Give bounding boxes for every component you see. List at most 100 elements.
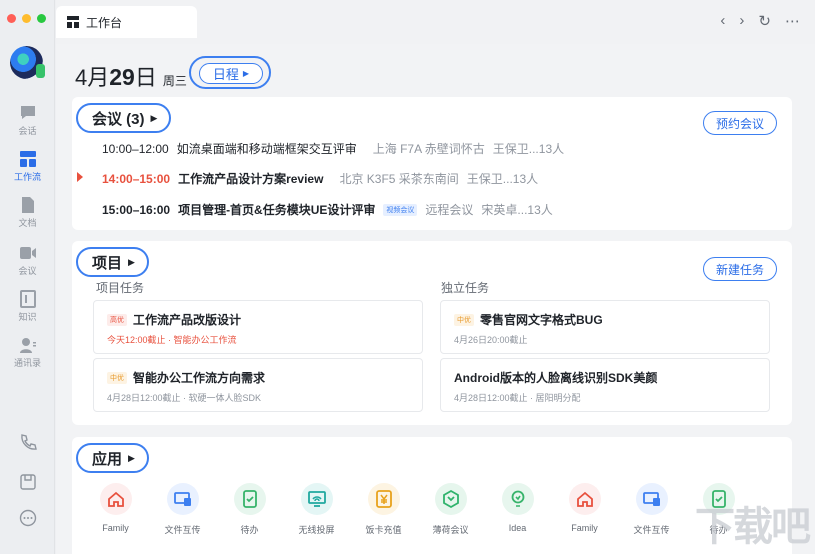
task-meta: 4月28日12:00截止 · 软硬一体人脸SDK bbox=[107, 393, 262, 403]
app-tile[interactable]: Family bbox=[92, 483, 139, 536]
more-options-icon[interactable]: ⋯ bbox=[785, 12, 800, 30]
meeting-row[interactable]: 14:00–15:00 工作流产品设计方案review 北京 K3F5 采茶东南… bbox=[102, 170, 538, 187]
app-label: 饭卡充值 bbox=[365, 525, 402, 535]
sidebar-item-knowledge[interactable]: 知识 bbox=[0, 290, 55, 323]
caret-right-icon: ▶ bbox=[128, 256, 135, 267]
task-card[interactable]: Android版本的人脸离线识别SDK美颜 4月28日12:00截止 · 居阳明… bbox=[440, 358, 770, 412]
meeting-row[interactable]: 15:00–16:00 项目管理-首页&任务模块UE设计评审 视频会议 远程会议… bbox=[102, 201, 553, 218]
meeting-name: 如流桌面端和移动端框架交互评审 bbox=[176, 142, 357, 156]
yen-icon bbox=[367, 483, 400, 515]
mint-icon bbox=[434, 483, 467, 515]
caret-right-icon: ▶ bbox=[242, 69, 250, 78]
video-icon bbox=[19, 247, 36, 259]
app-label: 文件互传 bbox=[164, 525, 201, 535]
sidebar-item-label: 工作流 bbox=[13, 172, 41, 182]
sidebar-item-label: 通讯录 bbox=[13, 358, 41, 368]
meeting-time: 15:00–16:00 bbox=[102, 202, 171, 217]
transfer-icon bbox=[635, 483, 668, 515]
app-tile[interactable]: 薄荷会议 bbox=[427, 483, 474, 536]
app-tile[interactable]: Family bbox=[561, 483, 608, 536]
weekday: 周三 bbox=[162, 74, 187, 88]
projects-title[interactable]: 项目 ▶ bbox=[76, 247, 149, 277]
sidebar-item-docs[interactable]: 文档 bbox=[0, 196, 55, 229]
zoom-window-button[interactable] bbox=[37, 14, 46, 23]
sidebar: 会话 工作流 文档 会议 知识 通讯录 bbox=[0, 0, 55, 554]
chat-icon bbox=[20, 106, 35, 119]
sidebar-item-chat[interactable]: 会话 bbox=[0, 104, 55, 137]
window-controls bbox=[7, 14, 46, 23]
sidebar-item-workflow[interactable]: 工作流 bbox=[0, 150, 55, 183]
meeting-people: 王保卫...13人 bbox=[492, 142, 565, 156]
app-label: Family bbox=[102, 523, 129, 533]
watermark: 下载吧 bbox=[695, 505, 811, 549]
sidebar-item-contacts[interactable]: 通讯录 bbox=[0, 336, 55, 369]
sidebar-item-label: 会议 bbox=[18, 266, 37, 276]
new-task-button[interactable]: 新建任务 bbox=[702, 257, 777, 281]
save-icon[interactable] bbox=[19, 473, 37, 491]
priority-badge: 中优 bbox=[454, 313, 474, 326]
schedule-label: 日程 bbox=[212, 67, 239, 82]
forward-icon[interactable]: › bbox=[739, 12, 744, 30]
app-tile[interactable]: 文件互传 bbox=[159, 483, 206, 536]
close-window-button[interactable] bbox=[7, 14, 16, 23]
tab-bar: 工作台 ‹ › ↻ ⋯ bbox=[56, 0, 815, 44]
meetings-card: 会议 (3) ▶ 预约会议 10:00–12:00 如流桌面端和移动端框架交互评… bbox=[72, 97, 792, 230]
meeting-row[interactable]: 10:00–12:00 如流桌面端和移动端框架交互评审 上海 F7A 赤壁词怀古… bbox=[102, 140, 564, 157]
sidebar-item-label: 会话 bbox=[18, 126, 37, 136]
app-tile[interactable]: 待办 bbox=[226, 483, 273, 536]
main-content: 4月29日 周三 日程 ▶ 会议 (3) ▶ 预约会议 10:00–12:00 … bbox=[56, 44, 815, 554]
caret-right-icon: ▶ bbox=[150, 112, 158, 123]
refresh-icon[interactable]: ↻ bbox=[758, 12, 771, 30]
phone-icon[interactable] bbox=[19, 433, 37, 451]
cast-icon bbox=[300, 483, 333, 515]
app-label: 文件互传 bbox=[633, 525, 670, 535]
task-card[interactable]: 高优 工作流产品改版设计 今天12:00截止 · 智能办公工作流 bbox=[93, 300, 423, 354]
tab-workbench[interactable]: 工作台 bbox=[56, 6, 197, 38]
task-meta: 4月26日20:00截止 bbox=[454, 335, 528, 345]
apps-title[interactable]: 应用 ▶ bbox=[76, 443, 149, 473]
task-card[interactable]: 中优 智能办公工作流方向需求 4月28日12:00截止 · 软硬一体人脸SDK bbox=[93, 358, 423, 412]
meetings-title[interactable]: 会议 (3) ▶ bbox=[76, 103, 172, 133]
tab-title: 工作台 bbox=[86, 15, 123, 30]
sidebar-item-label: 文档 bbox=[18, 218, 37, 228]
book-meeting-button[interactable]: 预约会议 bbox=[702, 111, 777, 135]
meeting-time: 14:00–15:00 bbox=[102, 171, 171, 186]
app-tile[interactable]: 文件互传 bbox=[628, 483, 675, 536]
document-icon bbox=[21, 197, 34, 213]
app-tile[interactable]: 饭卡充值 bbox=[360, 483, 407, 536]
meeting-name: 项目管理-首页&任务模块UE设计评审 bbox=[178, 203, 376, 217]
home-icon bbox=[99, 483, 132, 515]
date-month: 4月 bbox=[75, 65, 110, 90]
video-meeting-badge: 视频会议 bbox=[383, 203, 418, 216]
todo-icon bbox=[233, 483, 266, 515]
task-card[interactable]: 中优 零售官网文字格式BUG 4月26日20:00截止 bbox=[440, 300, 770, 354]
caret-right-icon: ▶ bbox=[128, 452, 135, 463]
app-label: 待办 bbox=[240, 525, 259, 535]
apps-grid: Family 文件互传 待办 无线投屏 饭卡充值 薄荷会议 Idea Family 文件互传 待办 bbox=[92, 483, 742, 536]
app-label: Family bbox=[571, 523, 598, 533]
meeting-place: 远程会议 bbox=[425, 203, 474, 217]
meeting-people: 王保卫...13人 bbox=[466, 172, 539, 186]
schedule-button[interactable]: 日程 ▶ bbox=[199, 63, 263, 84]
back-icon[interactable]: ‹ bbox=[720, 12, 725, 30]
app-tile[interactable]: 无线投屏 bbox=[293, 483, 340, 536]
current-meeting-marker bbox=[77, 172, 83, 182]
task-meta: 今天12:00截止 · 智能办公工作流 bbox=[107, 335, 237, 345]
app-label: 无线投屏 bbox=[298, 525, 335, 535]
app-tile[interactable]: Idea bbox=[494, 483, 541, 536]
status-badge bbox=[36, 64, 45, 78]
independent-tasks-label: 独立任务 bbox=[441, 281, 490, 295]
sidebar-item-meeting[interactable]: 会议 bbox=[0, 244, 55, 277]
meeting-time: 10:00–12:00 bbox=[102, 141, 169, 156]
minimize-window-button[interactable] bbox=[22, 14, 31, 23]
task-title: 零售官网文字格式BUG bbox=[480, 313, 603, 327]
meeting-place: 北京 K3F5 采茶东南间 bbox=[339, 172, 459, 186]
more-icon[interactable] bbox=[19, 509, 37, 527]
apps-card: 应用 ▶ Family 文件互传 待办 无线投屏 饭卡充值 薄荷会议 Idea Family 文… bbox=[72, 437, 792, 554]
app-label: 薄荷会议 bbox=[432, 525, 469, 535]
priority-badge: 高优 bbox=[107, 313, 127, 326]
transfer-icon bbox=[166, 483, 199, 515]
top-controls: ‹ › ↻ ⋯ bbox=[720, 12, 800, 30]
date-header: 4月29日 周三 bbox=[75, 60, 187, 92]
meeting-people: 宋英卓...13人 bbox=[481, 203, 553, 217]
